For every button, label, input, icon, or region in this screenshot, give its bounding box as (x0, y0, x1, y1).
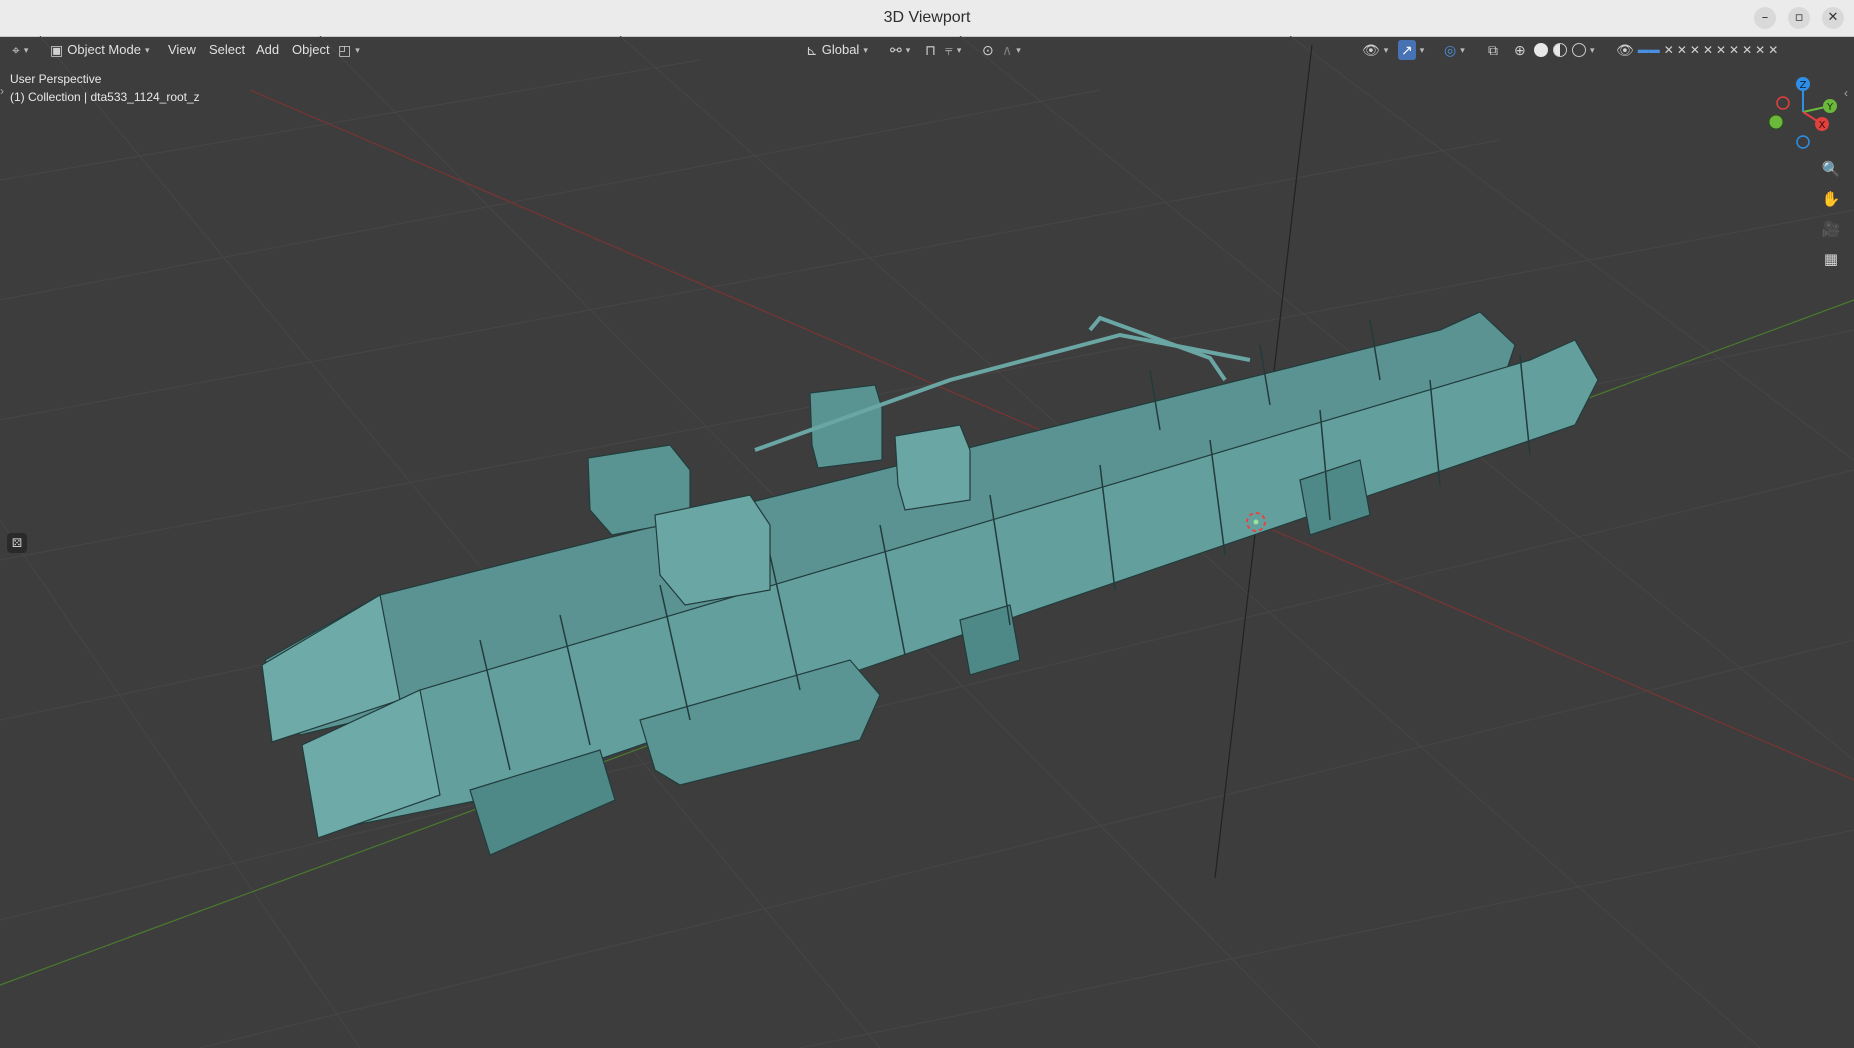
eye-icon: 👁 (1616, 42, 1634, 58)
minimize-button[interactable]: – (1754, 7, 1776, 29)
gizmo-neg-x[interactable] (1776, 96, 1790, 110)
shading-wireframe-button[interactable]: ⊕ (1514, 40, 1526, 60)
camera-icon[interactable]: 🎥 (1818, 216, 1844, 242)
snap-target-icon: ⫧ (945, 42, 953, 58)
solid-shading-icon (1534, 43, 1548, 57)
editor-type-icon: ⌖ (12, 42, 20, 58)
gizmo-toggle[interactable]: ↗ ▾ (1398, 40, 1424, 60)
gizmo-neg-z[interactable] (1796, 135, 1810, 149)
transform-orientation-selector[interactable]: ⊾ Global ▾ (806, 40, 868, 60)
zoom-icon[interactable]: 🔍 (1818, 156, 1844, 182)
view-name-label: User Perspective (10, 72, 102, 86)
viewport-canvas[interactable] (0, 36, 1854, 1048)
visibility-icon: 👁 (1362, 42, 1380, 58)
selectability-visibility-selector[interactable]: 👁 ▾ (1362, 40, 1388, 60)
restore-button[interactable]: ▫ (1788, 7, 1810, 29)
material-shading-icon (1553, 43, 1567, 57)
orientation-icon: ⊾ (806, 42, 818, 58)
menu-object[interactable]: Object (292, 40, 330, 60)
xray-icon: ⧉ (1488, 42, 1498, 58)
pivot-icon: ⚯ (890, 42, 902, 58)
transform-affect-selector[interactable]: ◰ ▾ (338, 40, 360, 60)
navigation-gizmo[interactable]: Z Y X (1755, 72, 1845, 152)
menu-select[interactable]: Select (209, 40, 245, 60)
snap-target-selector[interactable]: ⫧ ▾ (945, 40, 961, 60)
ortho-grid-icon[interactable]: ▦ (1818, 246, 1844, 272)
toolbar-toggle-icon[interactable]: ⚄ (7, 533, 27, 553)
gizmo-icon: ↗ (1398, 40, 1416, 60)
menu-view[interactable]: View (168, 40, 196, 60)
snap-toggle[interactable]: ⊓ (925, 40, 936, 60)
editor-type-selector[interactable]: ⌖ ▾ (12, 40, 28, 60)
gizmo-neg-y[interactable] (1768, 114, 1784, 130)
gizmo-z-label: Z (1800, 80, 1807, 91)
proportional-falloff-selector[interactable]: ∧ ▾ (1002, 40, 1021, 60)
rendered-shading-icon (1572, 43, 1586, 57)
shading-solid-button[interactable] (1534, 40, 1548, 60)
overlay-icon: ◎ (1444, 42, 1457, 58)
window-titlebar: 3D Viewport – ▫ ✕ (0, 0, 1854, 37)
object-mode-icon: ▣ (50, 42, 64, 58)
right-sidebar-expand-icon[interactable]: ‹ (1844, 86, 1848, 100)
shading-material-button[interactable] (1553, 40, 1567, 60)
proportional-icon: ⊙ (982, 42, 994, 58)
mode-selector[interactable]: ▣ Object Mode ▾ (50, 40, 149, 60)
wireframe-shading-icon: ⊕ (1514, 42, 1526, 58)
window-controls: – ▫ ✕ (1754, 7, 1844, 29)
gizmo-y-label: Y (1826, 102, 1834, 113)
gizmo-x-label: X (1819, 120, 1826, 131)
hand-pan-icon[interactable]: ✋ (1818, 186, 1844, 212)
shading-rendered-button[interactable]: ▾ (1572, 40, 1595, 60)
overlay-stats-strip: 👁 ▬▬ ✕✕✕✕✕✕✕✕✕ (1616, 40, 1781, 60)
cross-markers-icon: ✕✕✕✕✕✕✕✕✕ (1663, 43, 1782, 57)
window-title: 3D Viewport (883, 9, 971, 26)
collection-info-label: (1) Collection | dta533_1124_root_z (10, 90, 200, 104)
sidebar-expand-icon[interactable]: › (0, 84, 4, 98)
orientation-label: Global (821, 42, 860, 57)
xray-toggle[interactable]: ⧉ (1488, 40, 1498, 60)
snap-icon: ⊓ (925, 42, 936, 58)
pivot-point-selector[interactable]: ⚯ ▾ (890, 40, 910, 60)
overlay-toggle[interactable]: ◎ ▾ (1444, 40, 1465, 60)
menu-add[interactable]: Add (256, 40, 279, 60)
close-button[interactable]: ✕ (1822, 7, 1844, 29)
viewport-header: ⌖ ▾ ▣ Object Mode ▾ View Select Add Objec… (0, 36, 1854, 64)
proportional-editing-toggle[interactable]: ⊙ (982, 40, 994, 60)
mode-label: Object Mode (67, 42, 141, 57)
blue-bar-icon: ▬▬ (1637, 44, 1660, 56)
transform-affect-icon: ◰ (338, 42, 352, 58)
falloff-icon: ∧ (1002, 42, 1013, 58)
